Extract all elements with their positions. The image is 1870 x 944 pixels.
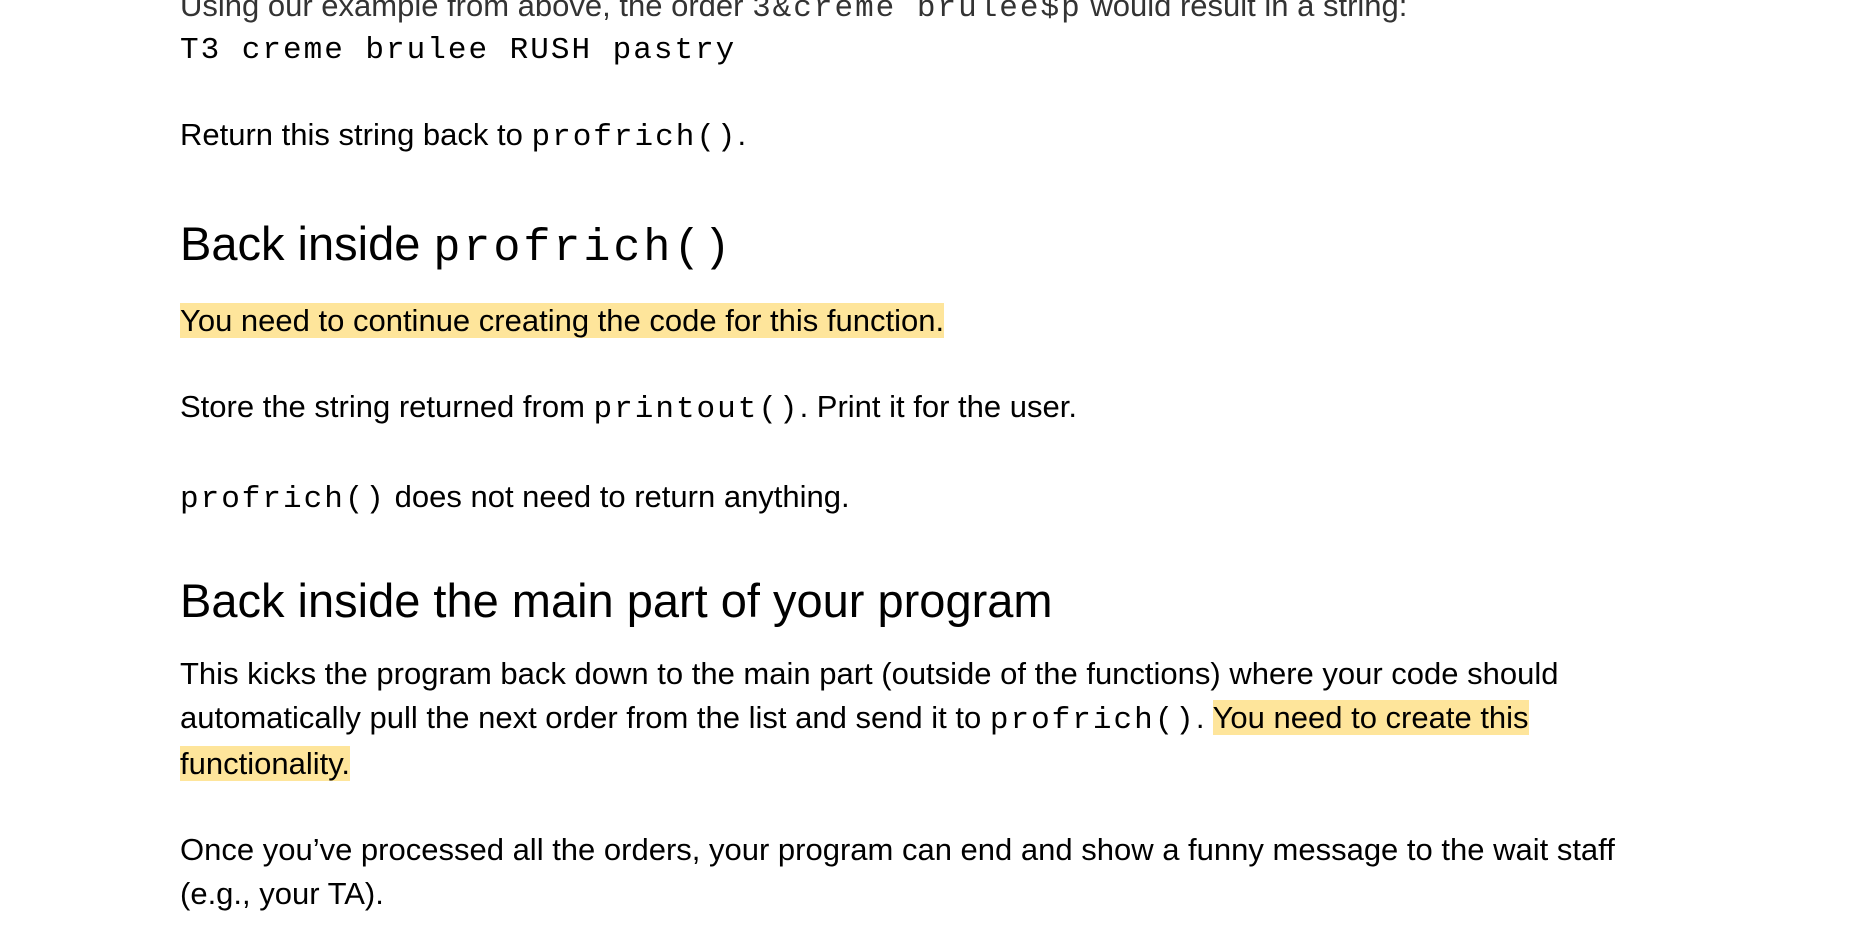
store-text: Store the string returned from — [180, 389, 594, 424]
heading-code: profrich() — [433, 223, 734, 274]
code-snippet: printout() — [593, 392, 800, 427]
store-line: Store the string returned from printout(… — [180, 385, 1077, 432]
intro-text: Using our example from above, the order — [180, 0, 753, 23]
return-text: Return this string back to — [180, 117, 532, 152]
section-heading-profrich: Back inside profrich() — [180, 214, 733, 279]
para2-line1: Once you’ve processed all the orders, yo… — [180, 828, 1615, 872]
code-snippet: profrich() — [180, 482, 387, 517]
paragraph-text: (e.g., your TA). — [180, 876, 384, 911]
store-text-end: . Print it for the user. — [799, 389, 1077, 424]
code-snippet: profrich() — [989, 703, 1196, 738]
paragraph-text: automatically pull the next order from t… — [180, 700, 990, 735]
section-heading-main: Back inside the main part of your progra… — [180, 571, 1053, 631]
para1-line3: functionality. — [180, 742, 351, 786]
intro-text-end: would result in a string: — [1081, 0, 1408, 23]
paragraph-text: This kicks the program back down to the … — [180, 656, 1559, 691]
paragraph-text: Once you’ve processed all the orders, yo… — [180, 832, 1615, 867]
highlighted-instruction: You need to continue creating the code f… — [180, 303, 945, 338]
highlighted-instruction: functionality. — [180, 746, 351, 781]
return-line: Return this string back to profrich(). — [180, 113, 746, 160]
return-period: . — [737, 117, 747, 152]
para2-line2: (e.g., your TA). — [180, 872, 384, 916]
no-return-text: does not need to return anything. — [386, 479, 850, 514]
paragraph-text: . — [1195, 700, 1213, 735]
highlight-line: You need to continue creating the code f… — [180, 299, 945, 343]
highlighted-instruction: You need to create this — [1212, 700, 1529, 735]
para1-line1: This kicks the program back down to the … — [180, 652, 1559, 696]
no-return-line: profrich() does not need to return anyth… — [180, 475, 850, 522]
heading-text: Back inside the main part of your progra… — [180, 574, 1053, 627]
heading-text: Back inside — [180, 217, 434, 270]
result-code: T3 creme brulee RUSH pastry — [180, 33, 737, 68]
code-snippet: profrich() — [531, 120, 738, 155]
code-snippet: 3&creme brulee$p — [752, 0, 1082, 26]
result-code-line: T3 creme brulee RUSH pastry — [180, 26, 736, 73]
para1-line2: automatically pull the next order from t… — [180, 696, 1529, 743]
